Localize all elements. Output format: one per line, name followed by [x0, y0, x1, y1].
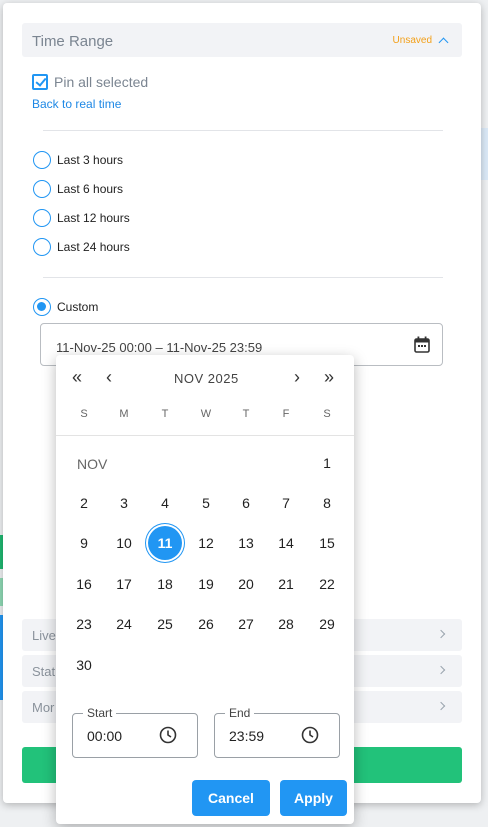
- weekday-label: S: [323, 408, 331, 420]
- day-cell[interactable]: 9: [67, 526, 101, 560]
- end-time-label: End: [225, 706, 255, 720]
- day-cell[interactable]: 14: [269, 526, 303, 560]
- radio-custom[interactable]: Custom: [33, 297, 98, 317]
- radio-label: Last 24 hours: [57, 240, 130, 254]
- weekday-label: S: [80, 408, 88, 420]
- radio-last-24-hours[interactable]: Last 24 hours: [33, 237, 130, 257]
- day-cell[interactable]: 24: [107, 607, 141, 641]
- day-cell-selected[interactable]: 11: [148, 526, 182, 560]
- radio-label: Custom: [57, 300, 99, 314]
- day-cell[interactable]: 21: [269, 567, 303, 601]
- radio-label: Last 3 hours: [57, 153, 124, 167]
- day-cell[interactable]: 26: [189, 607, 223, 641]
- cancel-button[interactable]: Cancel: [192, 780, 270, 816]
- chevron-right-icon: [436, 665, 446, 675]
- chevron-right-icon: [436, 701, 446, 711]
- day-cell[interactable]: 25: [148, 607, 182, 641]
- day-cell[interactable]: 10: [107, 526, 141, 560]
- calendar-icon[interactable]: [414, 336, 430, 358]
- end-time-field[interactable]: End 23:59: [214, 706, 340, 758]
- chevron-left-icon[interactable]: ‹: [106, 367, 112, 387]
- day-cell[interactable]: 28: [269, 607, 303, 641]
- day-cell[interactable]: 20: [229, 567, 263, 601]
- day-cell[interactable]: 6: [229, 486, 263, 520]
- day-cell[interactable]: 5: [189, 486, 223, 520]
- day-cell[interactable]: 2: [67, 486, 101, 520]
- weekday-label: T: [242, 408, 250, 420]
- month-year-label[interactable]: NOV 2025: [174, 371, 239, 386]
- divider: [43, 130, 443, 131]
- day-cell[interactable]: 22: [310, 567, 344, 601]
- double-chevron-right-icon[interactable]: »: [324, 367, 334, 387]
- clock-icon[interactable]: [301, 726, 319, 749]
- radio-button[interactable]: [33, 238, 51, 256]
- radio-last-12-hours[interactable]: Last 12 hours: [33, 208, 130, 228]
- time-range-header[interactable]: Time Range Unsaved: [22, 23, 462, 57]
- chevron-right-icon: [436, 629, 446, 639]
- unsaved-badge: Unsaved: [392, 35, 432, 46]
- section-label: Live: [32, 628, 56, 643]
- pin-all-label: Pin all selected: [54, 74, 149, 90]
- end-time-value[interactable]: 23:59: [229, 728, 264, 744]
- start-time-label: Start: [83, 706, 117, 720]
- day-cell[interactable]: 16: [67, 567, 101, 601]
- radio-label: Last 12 hours: [57, 211, 130, 225]
- picker-divider: [56, 435, 354, 436]
- day-cell[interactable]: 8: [310, 486, 344, 520]
- day-cell[interactable]: 27: [229, 607, 263, 641]
- day-cell[interactable]: 7: [269, 486, 303, 520]
- day-cell[interactable]: 23: [67, 607, 101, 641]
- radio-button-selected[interactable]: [33, 298, 51, 316]
- day-cell[interactable]: 13: [229, 526, 263, 560]
- radio-button[interactable]: [33, 209, 51, 227]
- divider: [43, 277, 443, 278]
- pin-all-row[interactable]: Pin all selected: [32, 72, 148, 92]
- radio-last-3-hours[interactable]: Last 3 hours: [33, 150, 123, 170]
- apply-button[interactable]: Apply: [280, 780, 347, 816]
- section-label: Stat: [32, 664, 56, 679]
- weekday-label: W: [200, 408, 212, 420]
- chevron-up-icon[interactable]: [438, 37, 449, 48]
- time-range-title: Time Range: [32, 33, 114, 50]
- day-cell[interactable]: 15: [310, 526, 344, 560]
- double-chevron-left-icon[interactable]: «: [72, 367, 82, 387]
- day-cell[interactable]: 12: [189, 526, 223, 560]
- day-cell[interactable]: 4: [148, 486, 182, 520]
- date-picker-popup: « ‹ NOV 2025 › » SMTWTFS NOV 1 2 3 4 5 6 7 8 9 10…: [56, 355, 354, 824]
- back-to-real-time-link[interactable]: Back to real time: [32, 97, 121, 111]
- weekday-label: F: [282, 408, 290, 420]
- weekday-label: M: [119, 408, 129, 420]
- chevron-right-icon[interactable]: ›: [294, 367, 300, 387]
- section-label: Mor: [32, 700, 55, 715]
- month-tag: NOV: [77, 456, 108, 472]
- day-cell[interactable]: 1: [310, 446, 344, 480]
- radio-button[interactable]: [33, 180, 51, 198]
- clock-icon[interactable]: [159, 726, 177, 749]
- pin-all-checkbox[interactable]: [32, 74, 48, 90]
- day-cell[interactable]: 17: [107, 567, 141, 601]
- day-cell[interactable]: 3: [107, 486, 141, 520]
- day-cell[interactable]: 18: [148, 567, 182, 601]
- radio-button[interactable]: [33, 151, 51, 169]
- start-time-field[interactable]: Start 00:00: [72, 706, 198, 758]
- radio-last-6-hours[interactable]: Last 6 hours: [33, 179, 123, 199]
- day-cell[interactable]: 30: [67, 648, 101, 682]
- weekday-label: T: [161, 408, 169, 420]
- date-range-value: 11-Nov-25 00:00 – 11-Nov-25 23:59: [56, 340, 263, 355]
- day-cell[interactable]: 19: [189, 567, 223, 601]
- radio-label: Last 6 hours: [57, 182, 124, 196]
- start-time-value[interactable]: 00:00: [87, 728, 122, 744]
- day-cell[interactable]: 29: [310, 607, 344, 641]
